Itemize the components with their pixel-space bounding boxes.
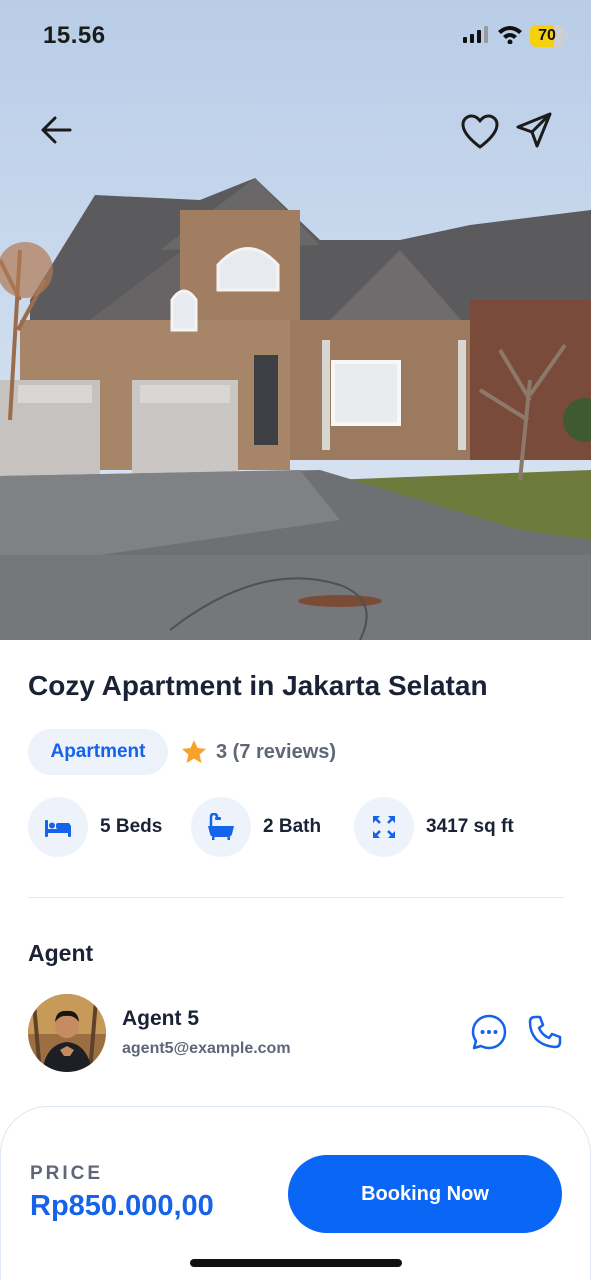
- agent-name: Agent 5: [122, 1007, 200, 1030]
- call-button[interactable]: [527, 1014, 563, 1050]
- favorite-button[interactable]: [458, 110, 502, 154]
- star-icon: [181, 740, 207, 764]
- phone-icon: [528, 1015, 562, 1049]
- battery-level-text: 70: [538, 27, 556, 44]
- property-photo: 15.56 70: [0, 0, 591, 640]
- price-value: Rp850.000,00: [30, 1190, 214, 1222]
- feature-label: 3417 sq ft: [426, 816, 514, 837]
- cellular-signal-icon: [463, 26, 488, 43]
- battery-indicator: 70: [530, 25, 568, 47]
- agent-heading: Agent: [28, 940, 94, 966]
- agent-email: agent5@example.com: [122, 1040, 291, 1057]
- chat-button[interactable]: [470, 1013, 508, 1051]
- arrow-left-icon: [41, 116, 72, 144]
- status-bar: 15.56 70: [0, 0, 591, 70]
- divider: [28, 897, 564, 898]
- send-icon: [516, 112, 552, 148]
- heart-icon: [461, 114, 499, 149]
- feature-area: 3417 sq ft: [354, 797, 514, 857]
- booking-now-button[interactable]: Booking Now: [288, 1155, 562, 1233]
- feature-label: 2 Bath: [263, 816, 322, 837]
- bathtub-icon: [208, 813, 234, 840]
- rating: 3 (7 reviews): [180, 737, 336, 767]
- feature-beds: 5 Beds: [28, 797, 162, 857]
- bed-icon: [45, 820, 71, 837]
- price-label: PRICE: [30, 1163, 104, 1184]
- feature-label: 5 Beds: [100, 816, 163, 837]
- chat-bubble-icon: [471, 1014, 507, 1050]
- expand-icon: [373, 816, 395, 838]
- status-time: 15.56: [43, 22, 106, 49]
- listing-title: Cozy Apartment in Jakarta Selatan: [28, 670, 488, 701]
- feature-bath: 2 Bath: [191, 797, 321, 857]
- wifi-icon: [498, 26, 522, 44]
- agent-avatar[interactable]: [28, 994, 106, 1072]
- category-chip: Apartment: [28, 729, 168, 775]
- home-indicator[interactable]: [190, 1259, 402, 1267]
- back-button[interactable]: [36, 110, 80, 150]
- share-button[interactable]: [512, 108, 556, 152]
- rating-text: 3 (7 reviews): [216, 740, 337, 763]
